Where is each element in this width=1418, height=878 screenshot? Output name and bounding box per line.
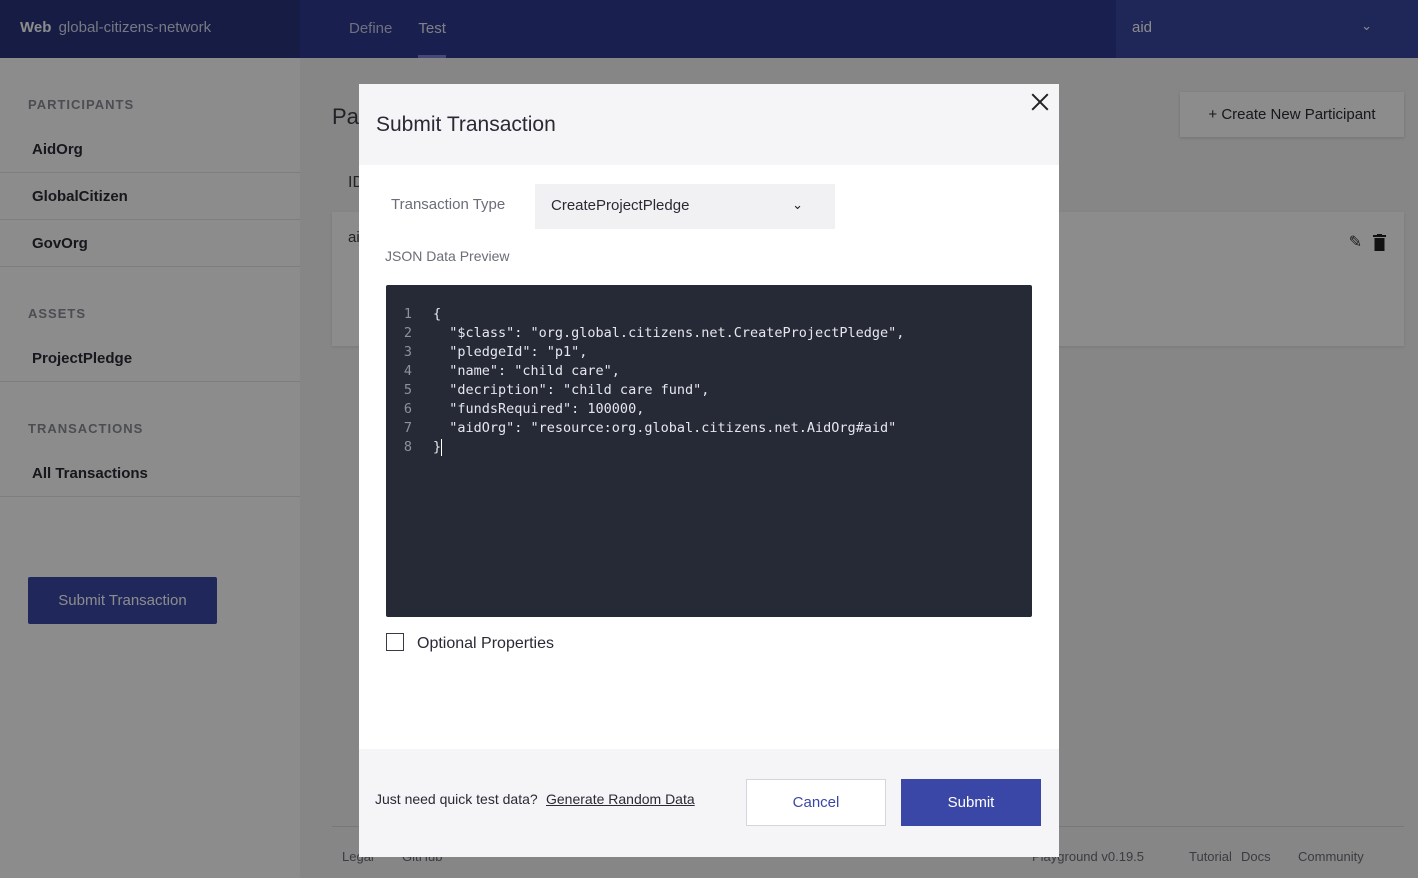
- optional-properties-label[interactable]: Optional Properties: [417, 635, 554, 653]
- line-number: 6: [403, 401, 412, 417]
- cancel-button[interactable]: Cancel: [746, 779, 886, 826]
- line-number: 3: [403, 344, 412, 360]
- code-line: 8}: [386, 438, 1032, 457]
- code-text: "aidOrg": "resource:org.global.citizens.…: [433, 420, 897, 436]
- chevron-down-icon: ⌄: [792, 197, 803, 212]
- json-preview-label: JSON Data Preview: [385, 248, 510, 264]
- transaction-type-select[interactable]: CreateProjectPledge ⌄: [535, 184, 835, 229]
- code-line: 2 "$class": "org.global.citizens.net.Cre…: [386, 324, 1032, 343]
- code-text: "decription": "child care fund",: [433, 382, 710, 398]
- submit-transaction-dialog: Submit Transaction Transaction Type Crea…: [359, 84, 1059, 857]
- code-text: "name": "child care",: [433, 363, 620, 379]
- optional-properties-checkbox[interactable]: [386, 633, 404, 651]
- submit-button[interactable]: Submit: [901, 779, 1041, 826]
- line-number: 2: [403, 325, 412, 341]
- text-cursor: [441, 438, 443, 456]
- code-text: {: [433, 306, 442, 322]
- code-line: 6 "fundsRequired": 100000,: [386, 400, 1032, 419]
- code-text-last: }: [433, 438, 443, 457]
- close-icon[interactable]: [1030, 92, 1050, 112]
- code-text: "fundsRequired": 100000,: [433, 401, 645, 417]
- transaction-type-value: CreateProjectPledge: [551, 197, 690, 214]
- code-line: 7 "aidOrg": "resource:org.global.citizen…: [386, 419, 1032, 438]
- dialog-footer: Just need quick test data? Generate Rand…: [359, 749, 1059, 857]
- code-line: 4 "name": "child care",: [386, 362, 1032, 381]
- transaction-type-label: Transaction Type: [391, 196, 506, 213]
- line-number: 5: [403, 382, 412, 398]
- line-number: 4: [403, 363, 412, 379]
- line-number: 8: [403, 439, 412, 455]
- line-number: 1: [403, 306, 412, 322]
- code-text: "$class": "org.global.citizens.net.Creat…: [433, 325, 905, 341]
- code-line: 5 "decription": "child care fund",: [386, 381, 1032, 400]
- dialog-title: Submit Transaction: [376, 113, 556, 136]
- json-editor[interactable]: 1{ 2 "$class": "org.global.citizens.net.…: [386, 285, 1032, 617]
- code-text: "pledgeId": "p1",: [433, 344, 588, 360]
- generate-random-data-link[interactable]: Generate Random Data: [546, 791, 695, 807]
- code-text: }: [433, 439, 442, 455]
- quick-data-text: Just need quick test data?: [375, 791, 538, 807]
- code-line: 1{: [386, 305, 1032, 324]
- line-number: 7: [403, 420, 412, 436]
- code-line: 3 "pledgeId": "p1",: [386, 343, 1032, 362]
- dialog-header: Submit Transaction: [359, 84, 1059, 165]
